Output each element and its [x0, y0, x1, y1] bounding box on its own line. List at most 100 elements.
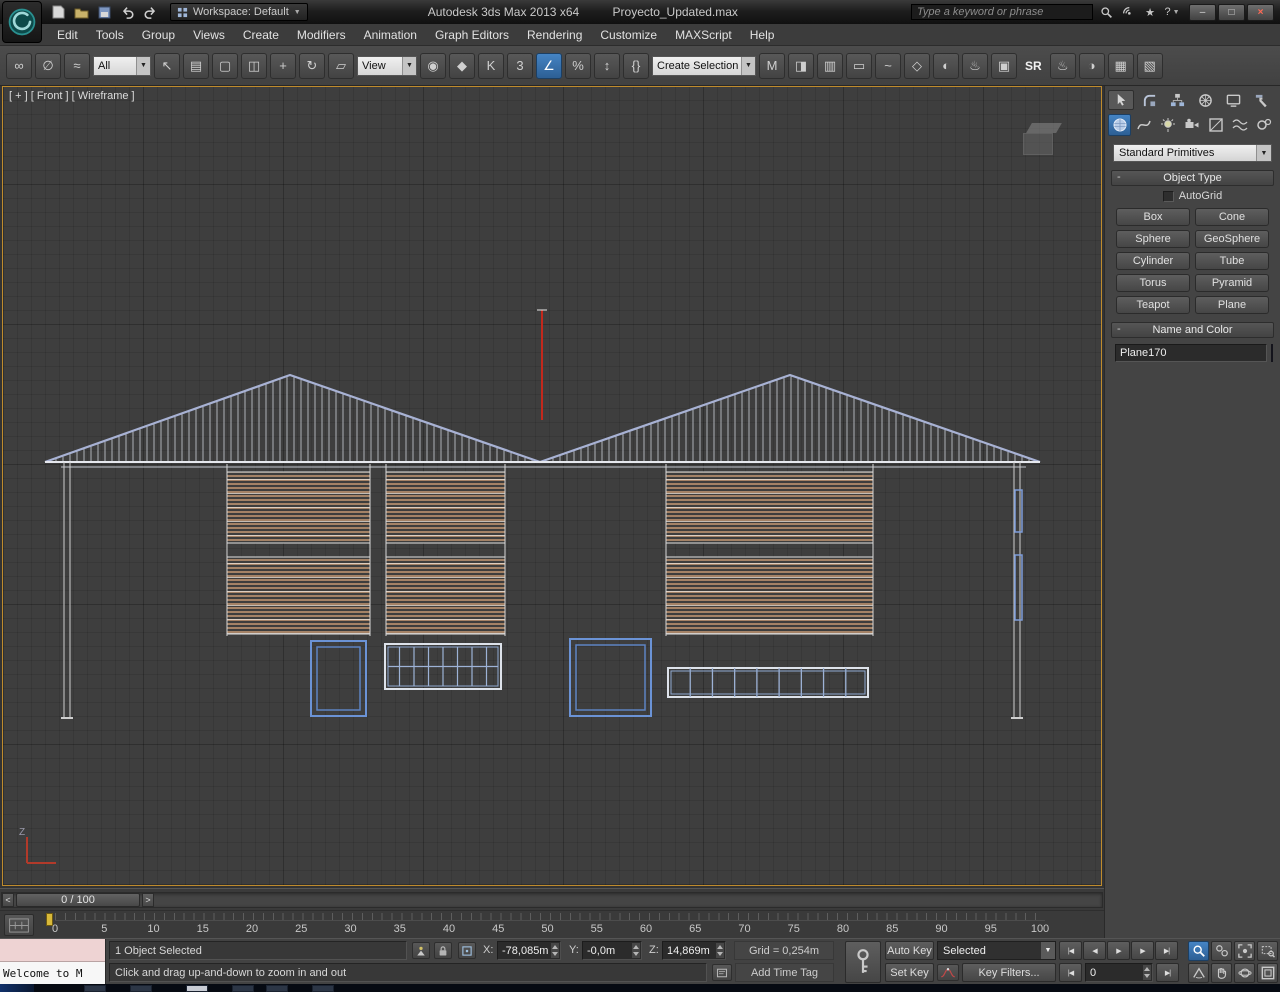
taskbar-app-icon[interactable] — [232, 985, 254, 992]
selection-lock-icon[interactable] — [434, 942, 452, 959]
search-icon[interactable] — [1097, 4, 1115, 20]
edit-named-selection-sets-icon[interactable]: {} — [623, 52, 649, 79]
x-coordinate-field[interactable]: -78,085m — [497, 941, 561, 960]
current-time-field[interactable]: 0 — [1085, 963, 1153, 982]
cylinder-button[interactable]: Cylinder — [1116, 252, 1190, 270]
menu-modifiers[interactable]: Modifiers — [288, 25, 355, 45]
select-object-icon[interactable]: ↖ — [154, 52, 180, 79]
isolate-selection-icon[interactable] — [412, 942, 430, 959]
next-frame-button[interactable]: ▶ — [1131, 941, 1154, 960]
sphere-button[interactable]: Sphere — [1116, 230, 1190, 248]
macro-recorder-pane[interactable] — [0, 939, 105, 962]
category-helpers-icon[interactable] — [1204, 114, 1227, 136]
select-and-link-icon[interactable]: ∞ — [6, 52, 32, 79]
application-menu-button[interactable] — [2, 1, 42, 43]
field-of-view-icon[interactable] — [1188, 963, 1209, 983]
communication-center-icon[interactable] — [1119, 4, 1137, 20]
undo-icon[interactable] — [117, 3, 137, 21]
play-button[interactable]: ▶ — [1107, 941, 1130, 960]
geosphere-button[interactable]: GeoSphere — [1195, 230, 1269, 248]
next-key-button[interactable]: ▶| — [1156, 963, 1179, 982]
snaps-toggle-icon[interactable]: 3 — [507, 52, 533, 79]
favorites-star-icon[interactable]: ★ — [1141, 4, 1159, 20]
redo-icon[interactable] — [140, 3, 160, 21]
viewcube-top-face[interactable] — [1026, 123, 1062, 133]
go-to-start-button[interactable]: |◀ — [1059, 941, 1082, 960]
object-color-swatch[interactable] — [1271, 344, 1273, 362]
autogrid-checkbox[interactable] — [1162, 190, 1174, 202]
teapot-button[interactable]: Teapot — [1116, 296, 1190, 314]
menu-group[interactable]: Group — [133, 25, 184, 45]
menu-edit[interactable]: Edit — [48, 25, 87, 45]
primitive-category-dropdown[interactable]: Standard Primitives ▼ — [1113, 144, 1272, 162]
maximize-button[interactable]: □ — [1218, 3, 1245, 21]
minimize-button[interactable]: – — [1189, 3, 1216, 21]
layer-explorer-icon[interactable]: ▧ — [1136, 52, 1163, 79]
viewcube[interactable] — [1021, 123, 1063, 157]
menu-graph-editors[interactable]: Graph Editors — [426, 25, 518, 45]
name-color-rollout-header[interactable]: - Name and Color — [1111, 322, 1274, 338]
tab-hierarchy[interactable] — [1164, 90, 1190, 110]
previous-frame-button[interactable]: ◀ — [1083, 941, 1106, 960]
zoom-region-icon[interactable] — [1257, 941, 1278, 961]
front-viewport[interactable]: [ + ] [ Front ] [ Wireframe ] Z — [2, 86, 1102, 886]
category-cameras-icon[interactable] — [1180, 114, 1203, 136]
use-pivot-point-center-icon[interactable]: ◉ — [420, 52, 446, 79]
x-spinner[interactable] — [551, 943, 559, 958]
tab-create[interactable] — [1108, 90, 1134, 110]
render-setup-icon[interactable]: ♨ — [962, 52, 988, 79]
help-icon[interactable]: ? ▼ — [1163, 4, 1181, 20]
align-icon[interactable]: ◨ — [788, 52, 814, 79]
object-type-rollout-header[interactable]: - Object Type — [1111, 170, 1274, 186]
material-explorer-icon[interactable]: ◑ — [1078, 52, 1105, 79]
menu-help[interactable]: Help — [741, 25, 784, 45]
y-coordinate-field[interactable]: -0,0m — [582, 941, 642, 960]
taskbar-app-icon[interactable] — [84, 985, 106, 992]
time-slider[interactable]: < 0 / 100 > — [0, 888, 1104, 910]
rectangular-selection-region-icon[interactable]: ▢ — [212, 52, 238, 79]
save-file-icon[interactable] — [94, 3, 114, 21]
keyboard-shortcut-override-icon[interactable]: K — [478, 52, 504, 79]
zoom-icon[interactable] — [1188, 941, 1209, 961]
taskbar-app-icon[interactable] — [130, 985, 152, 992]
plane-button[interactable]: Plane — [1195, 296, 1269, 314]
select-by-name-icon[interactable]: ▤ — [183, 52, 209, 79]
track-bar[interactable]: 0 5 10 15 20 25 30 35 40 45 50 55 60 65 70 75 80 85 90 95 10… — [0, 910, 1104, 938]
select-and-move-icon[interactable]: + — [270, 52, 296, 79]
go-to-end-button[interactable]: ▶| — [1155, 941, 1178, 960]
tab-utilities[interactable] — [1248, 90, 1274, 110]
render-production-icon[interactable]: ♨ — [1049, 52, 1076, 79]
auto-key-button[interactable]: Auto Key — [885, 941, 934, 960]
key-filters-button[interactable]: Key Filters... — [962, 963, 1056, 982]
percent-snap-toggle-icon[interactable]: % — [565, 52, 591, 79]
cone-button[interactable]: Cone — [1195, 208, 1269, 226]
torus-button[interactable]: Torus — [1116, 274, 1190, 292]
spinner-snap-toggle-icon[interactable]: ↕ — [594, 52, 620, 79]
new-scene-icon[interactable] — [48, 3, 68, 21]
menu-create[interactable]: Create — [234, 25, 288, 45]
set-key-button[interactable]: Set Key — [885, 963, 934, 982]
unlink-selection-icon[interactable]: ∅ — [35, 52, 61, 79]
box-button[interactable]: Box — [1116, 208, 1190, 226]
category-space-warps-icon[interactable] — [1228, 114, 1251, 136]
select-and-scale-icon[interactable]: ▱ — [328, 52, 354, 79]
add-time-tag-button[interactable]: Add Time Tag — [735, 963, 834, 982]
menu-rendering[interactable]: Rendering — [518, 25, 591, 45]
select-and-manipulate-icon[interactable]: ◆ — [449, 52, 475, 79]
tube-button[interactable]: Tube — [1195, 252, 1269, 270]
close-button[interactable]: × — [1247, 3, 1274, 21]
set-keys-button[interactable] — [845, 941, 881, 983]
graphite-ribbon-toggle-icon[interactable]: ▭ — [846, 52, 872, 79]
object-name-field[interactable] — [1115, 344, 1267, 362]
reference-coordinate-system-dropdown[interactable]: View ▼ — [357, 55, 417, 76]
tab-modify[interactable] — [1136, 90, 1162, 110]
z-coordinate-field[interactable]: 14,869m — [662, 941, 726, 960]
selection-set-key-dropdown[interactable]: Selected ▼ — [937, 941, 1056, 960]
time-spinner[interactable] — [1143, 965, 1151, 980]
curve-editor-icon[interactable]: ~ — [875, 52, 901, 79]
mirror-icon[interactable]: M — [759, 52, 785, 79]
tab-display[interactable] — [1220, 90, 1246, 110]
window-crossing-toggle-icon[interactable]: ◫ — [241, 52, 267, 79]
listener-pane[interactable]: Welcome to M — [0, 962, 105, 985]
bind-to-space-warp-icon[interactable]: ≈ — [64, 52, 90, 79]
